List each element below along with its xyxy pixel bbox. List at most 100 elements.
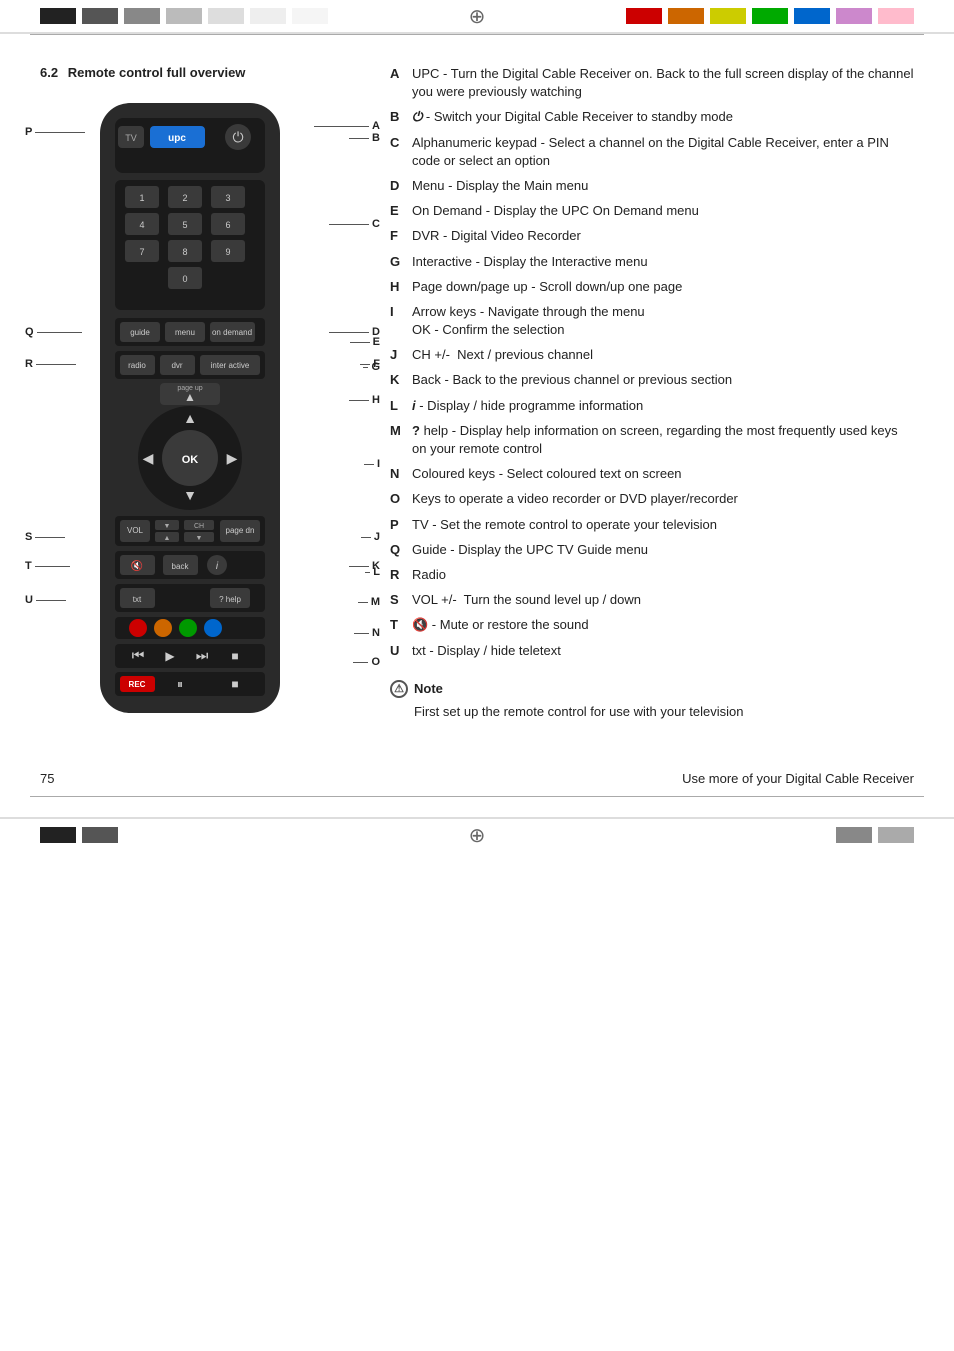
desc-letter-S: S [390,591,412,609]
desc-letter-P: P [390,516,412,534]
desc-text-Q: Guide - Display the UPC TV Guide menu [412,541,914,559]
label-S: S [25,531,65,543]
desc-text-F: DVR - Digital Video Recorder [412,227,914,245]
svg-text:page dn: page dn [226,526,255,535]
label-H: H [349,394,380,406]
strip-4 [166,8,202,24]
svg-text:▶: ▶ [227,450,238,466]
svg-text:radio: radio [128,361,146,370]
svg-text:◀: ◀ [143,450,154,466]
note-section: ⚠ Note First set up the remote control f… [390,680,914,719]
footer-decoration: ⊕ [0,817,954,851]
label-B: B [349,132,380,144]
header-decoration: ⊕ [0,0,954,34]
desc-text-B: ⏻ - Switch your Digital Cable Receiver t… [412,108,914,126]
header-crosshair: ⊕ [469,4,486,29]
label-P: P [25,126,85,138]
svg-text:9: 9 [225,247,230,257]
desc-letter-F: F [390,227,412,245]
desc-letter-L: L [390,397,412,415]
svg-text:0: 0 [182,274,187,284]
desc-row-B: B ⏻ - Switch your Digital Cable Receiver… [390,108,914,126]
strip-pink [836,8,872,24]
svg-text:▼: ▼ [183,487,197,503]
label-M: M [358,596,380,608]
footer-crosshair: ⊕ [469,823,486,848]
svg-text:upc: upc [168,133,186,144]
desc-letter-I: I [390,303,412,321]
desc-row-A: A UPC - Turn the Digital Cable Receiver … [390,65,914,101]
desc-text-P: TV - Set the remote control to operate y… [412,516,914,534]
desc-letter-A: A [390,65,412,83]
desc-row-F: F DVR - Digital Video Recorder [390,227,914,245]
strip-yellow [710,8,746,24]
svg-text:⏮: ⏮ [132,647,145,663]
svg-text:▲: ▲ [164,535,171,542]
svg-text:8: 8 [182,247,187,257]
strip-6 [250,8,286,24]
footer-color-strips-right [836,827,914,843]
svg-text:REC: REC [129,680,146,689]
svg-text:▼: ▼ [164,523,171,530]
svg-text:▲: ▲ [183,410,197,426]
strip-lightpink [878,8,914,24]
svg-text:TV: TV [125,133,137,143]
label-L: L [365,566,380,578]
desc-row-J: J CH +/- Next / previous channel [390,346,914,364]
svg-text:VOL: VOL [127,526,144,535]
desc-text-E: On Demand - Display the UPC On Demand me… [412,202,914,220]
label-A: A [314,120,380,132]
label-C: C [329,218,380,230]
desc-row-G: G Interactive - Display the Interactive … [390,253,914,271]
bottom-rule [30,796,924,797]
label-I: I [364,458,380,470]
svg-text:dvr: dvr [171,361,182,370]
desc-letter-N: N [390,465,412,483]
desc-text-D: Menu - Display the Main menu [412,177,914,195]
note-text: First set up the remote control for use … [390,704,914,719]
desc-row-T: T 🔇 - Mute or restore the sound [390,616,914,634]
left-column: 6.2 Remote control full overview upc TV … [40,65,360,721]
strip-3 [124,8,160,24]
desc-letter-K: K [390,371,412,389]
desc-letter-Q: Q [390,541,412,559]
desc-row-U: U txt - Display / hide teletext [390,642,914,660]
svg-text:4: 4 [139,220,144,230]
label-O: O [353,656,380,668]
svg-text:5: 5 [182,220,187,230]
header-color-strips-left [40,8,328,24]
label-T: T [25,560,70,572]
label-J: J [361,531,380,543]
desc-text-G: Interactive - Display the Interactive me… [412,253,914,271]
desc-row-P: P TV - Set the remote control to operate… [390,516,914,534]
desc-text-R: Radio [412,566,914,584]
svg-text:inter active: inter active [211,361,250,370]
footer-text: Use more of your Digital Cable Receiver [682,771,914,786]
section-heading: 6.2 Remote control full overview [40,65,360,80]
desc-text-L: i - Display / hide programme information [412,397,914,415]
desc-row-K: K Back - Back to the previous channel or… [390,371,914,389]
svg-text:⏭: ⏭ [196,647,209,663]
page-number: 75 [40,771,54,786]
desc-row-H: H Page down/page up - Scroll down/up one… [390,278,914,296]
desc-text-S: VOL +/- Turn the sound level up / down [412,591,914,609]
svg-text:■: ■ [231,677,238,691]
desc-text-K: Back - Back to the previous channel or p… [412,371,914,389]
desc-row-I: I Arrow keys - Navigate through the menu… [390,303,914,339]
desc-letter-H: H [390,278,412,296]
desc-letter-T: T [390,616,412,634]
desc-letter-O: O [390,490,412,508]
strip-1 [40,8,76,24]
desc-row-E: E On Demand - Display the UPC On Demand … [390,202,914,220]
desc-letter-B: B [390,108,412,126]
desc-letter-G: G [390,253,412,271]
desc-text-C: Alphanumeric keypad - Select a channel o… [412,134,914,170]
svg-text:OK: OK [182,454,199,466]
desc-row-N: N Coloured keys - Select coloured text o… [390,465,914,483]
svg-text:3: 3 [225,193,230,203]
label-R: R [25,358,76,370]
label-U: U [25,594,66,606]
desc-letter-J: J [390,346,412,364]
svg-text:▼: ▼ [196,535,203,542]
desc-letter-M: M [390,422,412,440]
